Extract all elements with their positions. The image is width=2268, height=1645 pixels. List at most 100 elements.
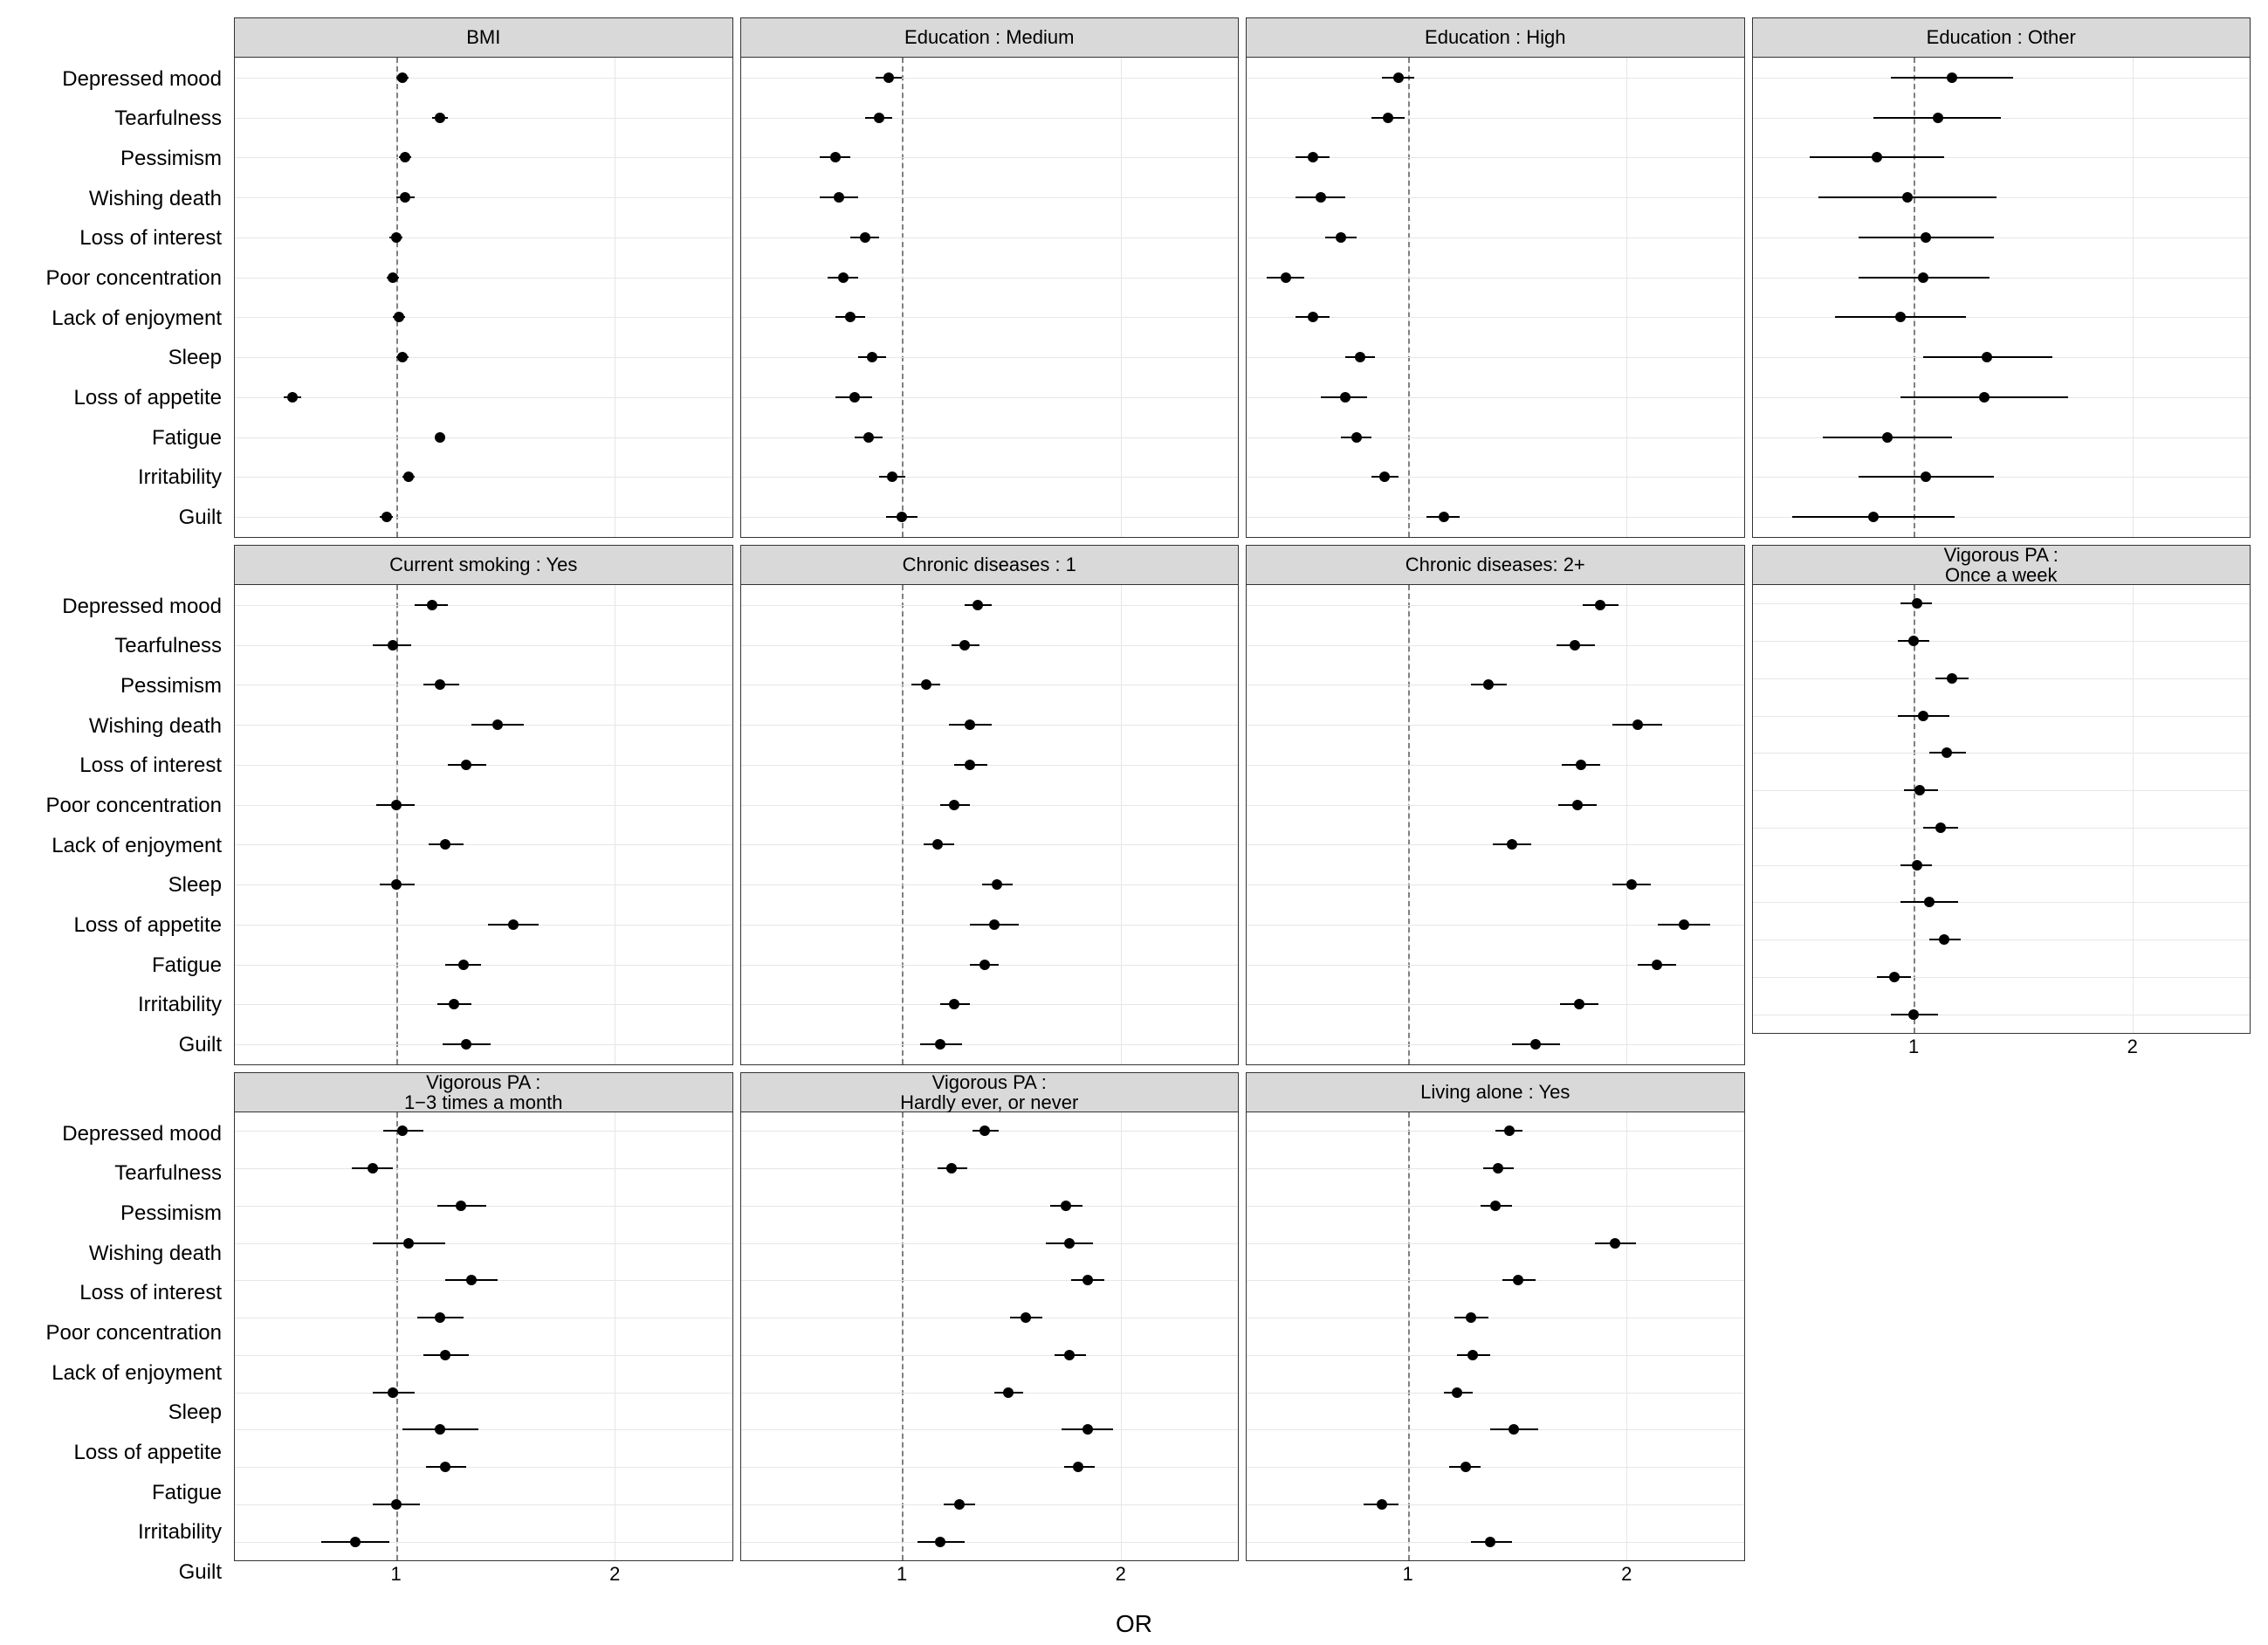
y-category-label: Depressed mood (17, 69, 222, 90)
y-category-label: Wishing death (17, 189, 222, 210)
point-estimate (435, 1312, 445, 1323)
y-category-label: Irritability (17, 995, 222, 1015)
x-axis: 12 (234, 1561, 733, 1593)
y-category-label: Loss of appetite (17, 1442, 222, 1463)
facet-panel: Living alone : Yes12 (1246, 1072, 1745, 1593)
point-estimate (1595, 600, 1605, 610)
y-category-label: Lack of enjoyment (17, 1363, 222, 1384)
facet-panel: Education : High (1246, 17, 1745, 538)
x-tick-label: 2 (609, 1563, 620, 1586)
panel-title: Education : Other (1752, 17, 2251, 58)
point-estimate (435, 679, 445, 690)
plot-area (1246, 585, 1745, 1065)
point-estimate (883, 72, 894, 83)
point-estimate (1003, 1387, 1014, 1398)
x-tick-label: 2 (2127, 1036, 2138, 1058)
point-estimate (461, 1039, 471, 1050)
y-category-label: Poor concentration (17, 795, 222, 816)
y-category-label: Wishing death (17, 716, 222, 737)
y-category-label: Pessimism (17, 148, 222, 169)
point-estimate (435, 432, 445, 443)
point-estimate (1082, 1424, 1093, 1435)
facet-panel: BMI (234, 17, 733, 538)
point-estimate (397, 1125, 408, 1136)
facet-panel: Education : Medium (740, 17, 1240, 538)
y-category-label: Sleep (17, 875, 222, 896)
y-category-label: Wishing death (17, 1243, 222, 1264)
point-estimate (1652, 960, 1662, 970)
forest-plot-grid: Depressed moodTearfulnessPessimismWishin… (0, 0, 2268, 1645)
point-estimate (897, 512, 907, 522)
point-estimate (1918, 711, 1928, 721)
point-estimate (287, 392, 298, 403)
y-category-label: Depressed mood (17, 1124, 222, 1145)
point-estimate (1939, 934, 1949, 945)
panel-title: Living alone : Yes (1246, 1072, 1745, 1112)
point-estimate (1982, 352, 1992, 362)
point-estimate (397, 352, 408, 362)
point-estimate (1355, 352, 1365, 362)
y-category-label: Pessimism (17, 676, 222, 697)
point-estimate (1383, 113, 1393, 123)
point-estimate (1336, 232, 1346, 243)
point-estimate (830, 152, 841, 162)
plot-area (740, 1112, 1240, 1561)
point-estimate (946, 1163, 957, 1174)
panel-title: Chronic diseases: 2+ (1246, 545, 1745, 585)
y-category-label: Pessimism (17, 1203, 222, 1224)
x-tick-label: 1 (897, 1563, 907, 1586)
point-estimate (1316, 192, 1326, 203)
point-estimate (492, 719, 503, 730)
point-estimate (350, 1537, 361, 1547)
point-estimate (1872, 152, 1882, 162)
point-estimate (860, 232, 870, 243)
y-category-label: Sleep (17, 1402, 222, 1423)
x-axis: 12 (1752, 1034, 2251, 1065)
point-estimate (456, 1201, 466, 1211)
facet-panel: Education : Other (1752, 17, 2251, 538)
x-tick-label: 1 (1403, 1563, 1413, 1586)
y-category-label: Guilt (17, 1562, 222, 1583)
point-estimate (1947, 673, 1957, 684)
point-estimate (1281, 272, 1291, 283)
point-estimate (959, 640, 970, 650)
point-estimate (989, 919, 1000, 930)
reference-line (902, 1112, 904, 1560)
y-category-label: Poor concentration (17, 268, 222, 289)
facet-panel: Chronic diseases : 1 (740, 545, 1240, 1065)
plot-area (234, 1112, 733, 1561)
point-estimate (1466, 1312, 1476, 1323)
point-estimate (394, 312, 404, 322)
point-estimate (403, 471, 414, 482)
point-estimate (440, 1350, 450, 1360)
reference-line (396, 1112, 398, 1560)
plot-area (234, 585, 733, 1065)
point-estimate (1924, 897, 1935, 907)
point-estimate (1485, 1537, 1495, 1547)
panel-title: BMI (234, 17, 733, 58)
reference-line (902, 585, 904, 1064)
point-estimate (1379, 471, 1390, 482)
point-estimate (921, 679, 931, 690)
point-estimate (1452, 1387, 1462, 1398)
point-estimate (1882, 432, 1893, 443)
point-estimate (1570, 640, 1580, 650)
y-category-label: Loss of appetite (17, 915, 222, 936)
point-estimate (1460, 1462, 1471, 1472)
point-estimate (1914, 785, 1925, 795)
point-estimate (397, 72, 408, 83)
point-estimate (1530, 1039, 1541, 1050)
point-estimate (1574, 999, 1584, 1009)
point-estimate (935, 1537, 945, 1547)
point-estimate (1340, 392, 1350, 403)
y-category-label: Guilt (17, 507, 222, 528)
y-category-label: Loss of interest (17, 1283, 222, 1304)
point-estimate (1393, 72, 1404, 83)
x-tick-label: 2 (1116, 1563, 1126, 1586)
point-estimate (1935, 822, 1946, 833)
point-estimate (458, 960, 469, 970)
point-estimate (1572, 800, 1583, 810)
y-category-label: Fatigue (17, 1483, 222, 1504)
point-estimate (954, 1499, 965, 1510)
plot-area (1752, 58, 2251, 538)
